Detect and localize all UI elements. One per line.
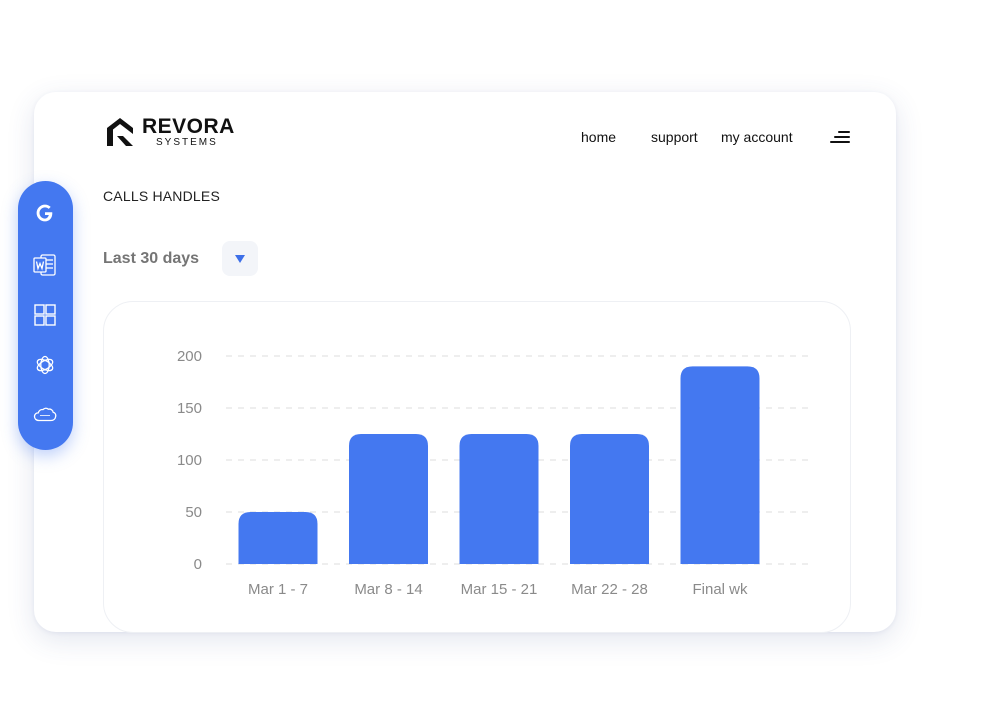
- date-range-dropdown-button[interactable]: [222, 241, 258, 276]
- bar[interactable]: [349, 434, 428, 564]
- word-document-icon[interactable]: [32, 252, 58, 278]
- hamburger-menu-icon[interactable]: [830, 131, 852, 145]
- integrations-sidebar: [18, 181, 73, 450]
- calls-bar-chart: 0 50 100 150 200 Mar 1 - 7 Mar 8 - 14 Mar 15 - …: [177, 348, 814, 598]
- grid-apps-icon[interactable]: [32, 302, 58, 328]
- section-title: CALLS HANDLES: [103, 188, 220, 204]
- x-tick-label: Mar 15 - 21: [461, 581, 538, 598]
- brand-subtitle: SYSTEMS: [156, 137, 218, 148]
- bar[interactable]: [238, 512, 318, 564]
- nav-support-link[interactable]: support: [651, 129, 698, 145]
- nav-my-account-link[interactable]: my account: [721, 129, 793, 145]
- chart-panel: 0 50 100 150 200 Mar 1 - 7 Mar 8 - 14 Mar 15 - …: [103, 301, 851, 633]
- x-tick-label: Mar 8 - 14: [354, 581, 422, 598]
- salesforce-cloud-icon[interactable]: [32, 402, 58, 428]
- x-tick-label: Mar 22 - 28: [571, 581, 648, 598]
- brand-name: REVORA: [142, 115, 235, 138]
- x-tick-label: Mar 1 - 7: [248, 581, 308, 598]
- y-tick-label: 50: [185, 504, 202, 521]
- bar[interactable]: [680, 366, 760, 564]
- x-tick-label: Final wk: [692, 581, 748, 598]
- google-icon[interactable]: [32, 200, 58, 226]
- nav-home-link[interactable]: home: [581, 129, 616, 145]
- y-tick-label: 200: [177, 348, 202, 365]
- y-tick-label: 0: [194, 556, 202, 573]
- brand-logo[interactable]: REVORA SYSTEMS: [106, 116, 235, 148]
- bar[interactable]: [570, 434, 649, 564]
- date-range-label: Last 30 days: [103, 250, 200, 267]
- y-tick-label: 100: [177, 452, 202, 469]
- y-tick-label: 150: [177, 400, 202, 417]
- openai-icon[interactable]: [32, 352, 58, 378]
- revora-logo-icon: [107, 118, 133, 146]
- triangle-down-icon: [235, 255, 245, 263]
- bar[interactable]: [459, 434, 539, 564]
